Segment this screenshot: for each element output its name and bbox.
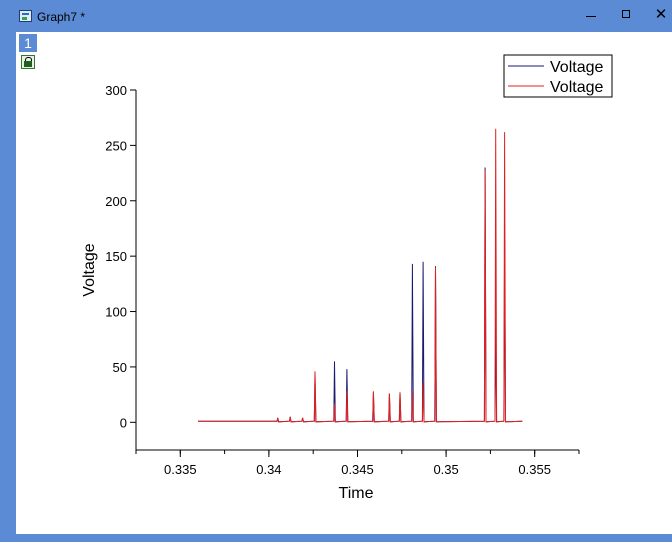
close-button[interactable]: ✕ <box>644 0 672 30</box>
y-tick-label: 300 <box>105 83 127 98</box>
x-axis-title: Time <box>339 485 374 502</box>
maximize-icon <box>622 10 630 18</box>
x-tick-label: 0.34 <box>256 462 281 477</box>
close-icon: ✕ <box>654 6 668 23</box>
y-tick-label: 100 <box>105 305 127 320</box>
series-line-2 <box>198 128 523 423</box>
graph-window: Graph7 * ✕ 1 0 50 100 150 200 250 300 0.335 0.3… <box>0 0 672 542</box>
y-tick-label: 50 <box>113 360 127 375</box>
y-axis-title: Voltage <box>81 243 98 296</box>
legend[interactable]: Voltage Voltage <box>503 54 613 98</box>
y-tick-label: 0 <box>120 415 127 430</box>
x-axis-ticks: 0.335 0.34 0.345 0.35 0.355 <box>135 450 580 477</box>
window-title: Graph7 * <box>37 10 86 24</box>
legend-label-series1: Voltage <box>550 59 603 76</box>
x-tick-label: 0.345 <box>341 462 374 477</box>
legend-label-series2: Voltage <box>550 79 603 96</box>
y-tick-label: 250 <box>105 138 127 153</box>
line-chart[interactable]: 050100150200250300 0.335 0.34 0.345 0.35 0.3… <box>16 32 672 534</box>
y-tick-label: 150 <box>105 249 127 264</box>
x-tick-label: 0.355 <box>518 462 551 477</box>
graph-window-icon[interactable] <box>19 10 32 22</box>
x-tick-label: 0.335 <box>164 462 197 477</box>
graph-page[interactable]: 1 0 50 100 150 200 250 300 0.335 0.34 0.345 0.35 0… <box>16 32 672 534</box>
y-tick-label: 200 <box>105 194 127 209</box>
series-line-1 <box>198 167 523 423</box>
y-axis-ticks: 0 50 100 150 200 250 300 <box>105 83 136 430</box>
minimize-icon <box>586 16 596 17</box>
maximize-button[interactable] <box>610 0 644 30</box>
minimize-button[interactable] <box>574 0 608 30</box>
title-bar[interactable]: Graph7 * ✕ <box>8 0 672 32</box>
x-tick-label: 0.35 <box>433 462 458 477</box>
plot-series <box>198 128 523 423</box>
